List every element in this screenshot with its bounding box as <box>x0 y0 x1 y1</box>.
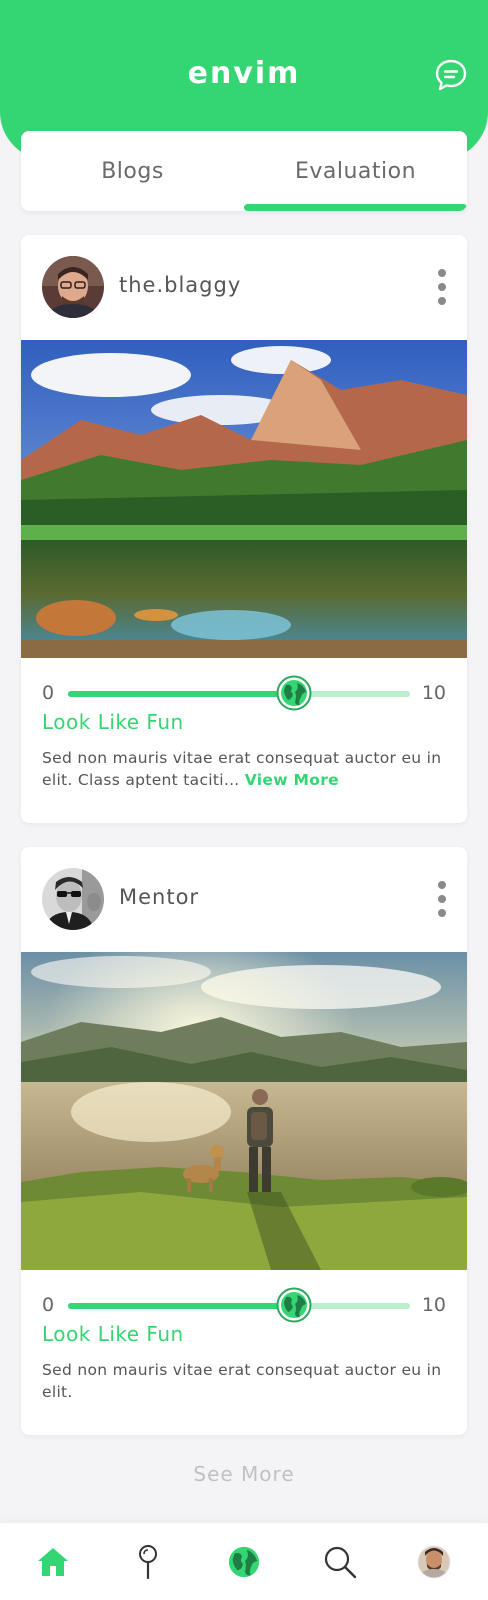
post-text: Sed non mauris vitae erat consequat auct… <box>42 1361 442 1401</box>
globe-icon[interactable] <box>224 1542 264 1582</box>
post-image-hiker-and-dog <box>21 952 467 1270</box>
post-card: the.blaggy 0 10 Look Like Fun Sed non ma… <box>21 235 467 823</box>
chat-bubble-icon[interactable] <box>434 58 468 92</box>
slider-min-label: 0 <box>42 682 55 704</box>
slider-fill <box>68 691 294 697</box>
slider-min-label: 0 <box>42 1294 55 1316</box>
post-image-mountain-lake <box>21 340 467 658</box>
view-more-link[interactable]: View More <box>245 771 339 789</box>
tab-bar: Blogs Evaluation <box>21 131 467 211</box>
post-username[interactable]: the.blaggy <box>119 273 241 297</box>
post-header: Mentor <box>21 847 467 952</box>
slider-fill <box>68 1303 294 1309</box>
slider-max-label: 10 <box>421 1294 446 1316</box>
bottom-nav <box>0 1523 488 1600</box>
see-more-button[interactable]: See More <box>0 1462 488 1486</box>
home-icon[interactable] <box>33 1542 73 1582</box>
slider-track[interactable] <box>68 675 410 711</box>
post-title[interactable]: Look Like Fun <box>42 1322 184 1346</box>
post-header: the.blaggy <box>21 235 467 340</box>
tab-evaluation[interactable]: Evaluation <box>244 131 467 211</box>
post-excerpt: Sed non mauris vitae erat consequat auct… <box>42 749 442 789</box>
post-username[interactable]: Mentor <box>119 885 199 909</box>
slider-thumb-globe-icon[interactable] <box>276 1287 312 1323</box>
tab-blogs[interactable]: Blogs <box>21 131 244 211</box>
profile-avatar[interactable] <box>414 1542 454 1582</box>
map-pin-icon[interactable] <box>128 1542 168 1582</box>
user-avatar[interactable] <box>42 256 104 318</box>
post-title[interactable]: Look Like Fun <box>42 710 184 734</box>
slider-max-label: 10 <box>421 682 446 704</box>
user-avatar[interactable] <box>42 868 104 930</box>
more-options-icon[interactable] <box>435 269 449 305</box>
more-options-icon[interactable] <box>435 881 449 917</box>
post-text: Sed non mauris vitae erat consequat auct… <box>42 747 442 791</box>
slider-track[interactable] <box>68 1287 410 1323</box>
search-icon[interactable] <box>320 1542 360 1582</box>
app-title: envim <box>187 56 301 91</box>
slider-thumb-globe-icon[interactable] <box>276 675 312 711</box>
post-card: Mentor 0 10 Look Like Fun Sed non mauris… <box>21 847 467 1435</box>
